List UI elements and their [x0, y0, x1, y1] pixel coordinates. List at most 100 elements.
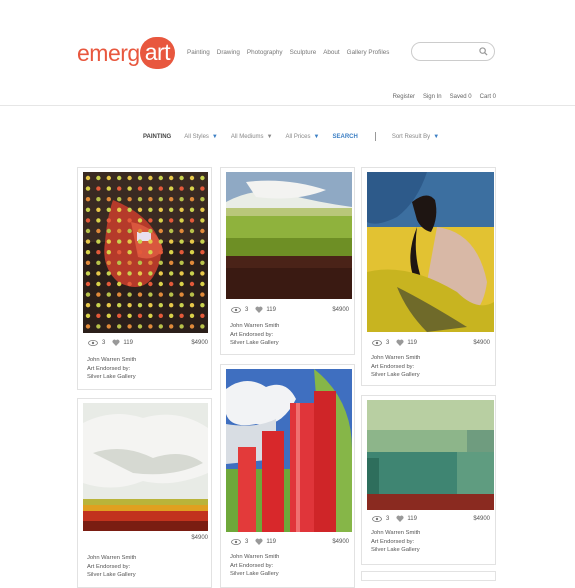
sign-in-link[interactable]: Sign In — [423, 94, 442, 100]
painting-dot — [96, 186, 101, 191]
artwork-card[interactable]: 3 119 $4900 John Warren Smith Art Endors… — [77, 167, 212, 390]
heart-icon[interactable] — [396, 515, 404, 522]
painting-dot — [158, 186, 163, 191]
artwork-card[interactable]: 3 119 $4900 John Warren Smith Art Endors… — [220, 167, 355, 355]
painting-dot — [127, 313, 132, 318]
heart-icon[interactable] — [396, 339, 404, 346]
painting-dot — [117, 175, 122, 181]
painting-dot — [106, 260, 111, 265]
price: $4900 — [473, 515, 490, 522]
search-input[interactable] — [411, 42, 495, 61]
painting-dot — [127, 186, 132, 191]
artwork-card[interactable]: 3 119 $4900 John Warren Smith Art Endors… — [361, 167, 496, 386]
artwork-image[interactable] — [367, 400, 494, 510]
artist-name[interactable]: John Warren Smith — [87, 554, 136, 563]
logo[interactable]: emerg art — [77, 36, 176, 70]
card-info: John Warren Smith Art Endorsed by: Silve… — [230, 553, 279, 579]
likes-count: 119 — [407, 339, 417, 346]
views-count: 3 — [245, 306, 249, 313]
gallery-name[interactable]: Silver Lake Gallery — [230, 339, 279, 348]
painting-dot — [200, 197, 205, 202]
painting-dot — [169, 313, 174, 318]
artist-name[interactable]: John Warren Smith — [87, 356, 136, 365]
artwork-card[interactable] — [361, 571, 496, 581]
painting-dot — [96, 292, 101, 297]
styles-label: All Styles — [184, 133, 209, 140]
painting-dot — [106, 218, 111, 223]
painting-dot — [96, 239, 101, 244]
painting-dot — [127, 250, 132, 255]
gallery-name[interactable]: Silver Lake Gallery — [371, 546, 420, 555]
styles-dropdown[interactable]: All Styles ▼ — [184, 134, 218, 140]
card-stats: 3 119 $4900 — [231, 538, 349, 545]
painting-dot — [200, 207, 205, 212]
painting-dot — [179, 313, 184, 318]
artist-name[interactable]: John Warren Smith — [230, 322, 279, 331]
painting-dot — [148, 218, 153, 223]
gallery-name[interactable]: Silver Lake Gallery — [230, 570, 279, 579]
painting-dot — [169, 175, 174, 181]
saved-link[interactable]: Saved 0 — [450, 94, 472, 100]
painting-dot — [137, 207, 143, 212]
artwork-card[interactable]: $4900 John Warren Smith Art Endorsed by:… — [77, 398, 212, 588]
heart-icon[interactable] — [255, 538, 263, 545]
artwork-image[interactable] — [367, 172, 494, 332]
painting-dot — [127, 218, 132, 223]
painting-dot — [137, 218, 143, 223]
views-count: 3 — [245, 538, 249, 545]
card-info: John Warren Smith Art Endorsed by: Silve… — [87, 356, 136, 382]
gallery-name[interactable]: Silver Lake Gallery — [87, 571, 136, 580]
artist-name[interactable]: John Warren Smith — [230, 553, 279, 562]
artist-name[interactable]: John Warren Smith — [371, 354, 420, 363]
painting-dot — [148, 186, 153, 191]
nav-painting[interactable]: Painting — [187, 49, 210, 56]
painting-dot — [85, 260, 91, 265]
sort-dropdown[interactable]: Sort Result By ▼ — [392, 134, 439, 140]
painting-dot — [117, 292, 122, 297]
painting-dot — [96, 207, 101, 212]
prices-dropdown[interactable]: All Prices ▼ — [286, 134, 320, 140]
search-button[interactable]: SEARCH — [332, 134, 357, 140]
painting-dot — [169, 218, 174, 223]
painting-dot — [106, 228, 111, 234]
nav-about[interactable]: About — [323, 49, 339, 56]
views-count: 3 — [386, 339, 390, 346]
nav-photography[interactable]: Photography — [247, 49, 283, 56]
painting-dot — [148, 207, 153, 212]
painting-dot — [189, 250, 195, 255]
painting-dot — [189, 313, 195, 318]
artwork-card[interactable]: 3 119 $4900 John Warren Smith Art Endors… — [220, 364, 355, 588]
artwork-image[interactable] — [226, 172, 352, 299]
cart-link[interactable]: Cart 0 — [480, 94, 496, 100]
gallery-name[interactable]: Silver Lake Gallery — [371, 371, 420, 380]
artwork-card[interactable]: 3 119 $4900 John Warren Smith Art Endors… — [361, 395, 496, 565]
nav-gallery-profiles[interactable]: Gallery Profiles — [347, 49, 390, 56]
painting-dot — [158, 250, 163, 255]
painting-dot — [85, 324, 91, 329]
gallery-name[interactable]: Silver Lake Gallery — [87, 373, 136, 382]
painting-dot — [85, 281, 91, 287]
painting-dot — [137, 197, 143, 202]
filter-divider — [374, 132, 376, 141]
painting-dot — [169, 207, 174, 212]
painting-dot — [189, 175, 195, 181]
search-icon[interactable] — [479, 47, 488, 56]
painting-dot — [158, 239, 163, 244]
painting-dot — [189, 239, 195, 244]
painting-dot — [127, 303, 132, 308]
artwork-image[interactable] — [83, 172, 208, 333]
mediums-dropdown[interactable]: All Mediums ▼ — [231, 134, 273, 140]
painting-dot — [106, 303, 111, 308]
heart-icon[interactable] — [112, 339, 120, 346]
nav-sculpture[interactable]: Sculpture — [290, 49, 317, 56]
artwork-image[interactable] — [83, 403, 208, 531]
painting-dot — [189, 197, 195, 202]
register-link[interactable]: Register — [393, 94, 415, 100]
painting-dot — [137, 239, 143, 244]
heart-icon[interactable] — [255, 306, 263, 313]
artwork-image[interactable] — [226, 369, 352, 532]
painting-dot — [148, 324, 153, 329]
artist-name[interactable]: John Warren Smith — [371, 529, 420, 538]
painting-dot — [169, 324, 174, 329]
nav-drawing[interactable]: Drawing — [217, 49, 240, 56]
